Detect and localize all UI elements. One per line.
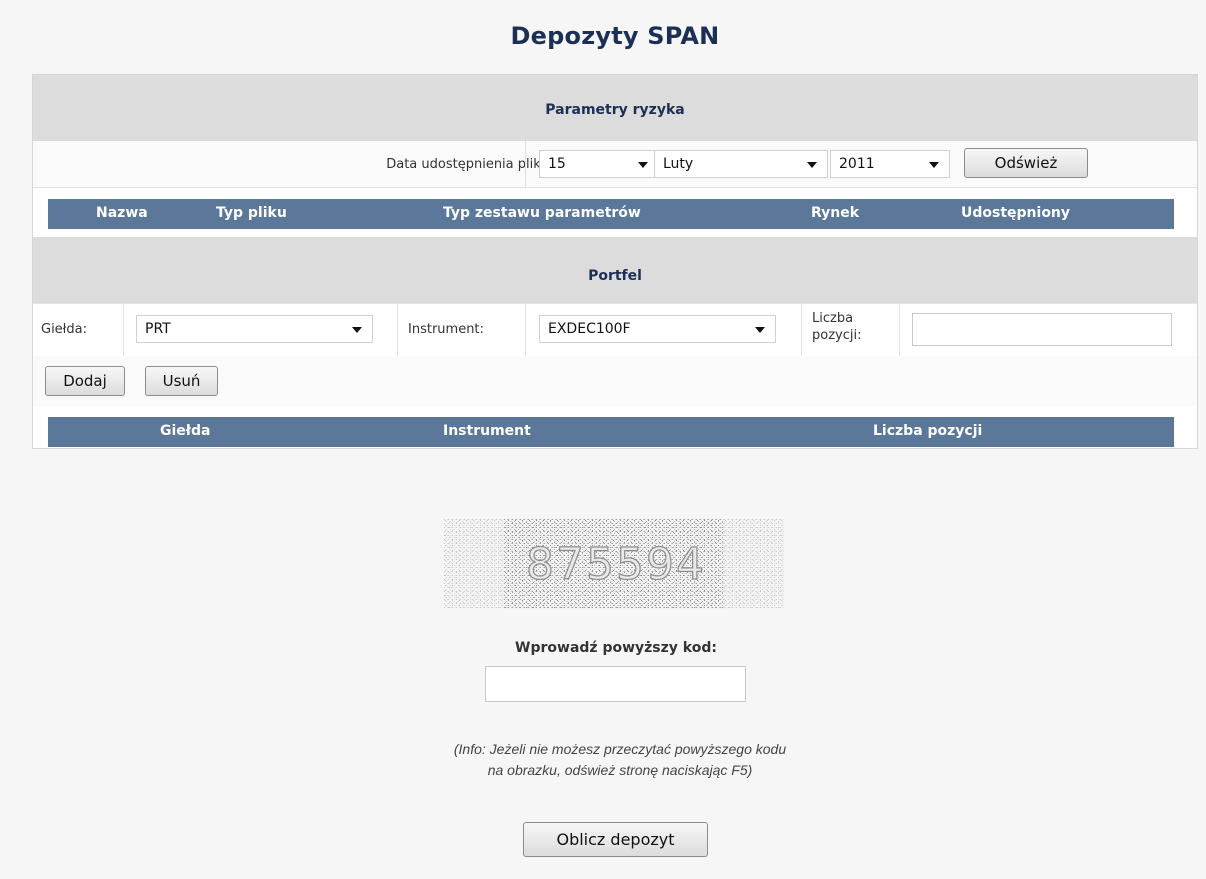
captcha-info-line1: (Info: Jeżeli nie możesz przeczytać powy… [453, 741, 787, 757]
chevron-down-icon [807, 162, 817, 168]
divider [525, 141, 526, 187]
year-select[interactable]: 2011 [830, 150, 950, 178]
exchange-select[interactable]: PRT [136, 315, 373, 343]
remove-button[interactable]: Usuń [145, 366, 218, 396]
column-name: Nazwa [96, 205, 148, 221]
month-value: Luty [663, 156, 694, 172]
divider [801, 304, 802, 356]
captcha-image: 875594 [444, 519, 784, 609]
instrument-select[interactable]: EXDEC100F [539, 315, 776, 343]
instrument-label: Instrument: [408, 322, 484, 337]
column-file-type: Typ pliku [216, 205, 287, 221]
positions-input[interactable] [912, 313, 1172, 346]
date-row: Data udostępnienia pliku: 15 Luty 2011 O… [33, 141, 1197, 188]
column-parameter-set-type: Typ zestawu parametrów [443, 205, 641, 221]
portfolio-action-row: Dodaj Usuń [33, 356, 1197, 406]
page: Depozyty SPAN Parametry ryzyka Data udos… [0, 0, 1206, 879]
chevron-down-icon [638, 162, 648, 168]
add-button[interactable]: Dodaj [45, 366, 125, 396]
positions-label-line2: pozycji: [812, 328, 862, 343]
portfolio-table-header: Giełda Instrument Liczba pozycji [48, 417, 1174, 447]
refresh-button[interactable]: Odśwież [964, 148, 1088, 178]
form-panel: Parametry ryzyka Data udostępnienia plik… [32, 74, 1198, 449]
day-value: 15 [548, 156, 566, 172]
chevron-down-icon [352, 327, 362, 333]
captcha-noise: 875594 [444, 519, 784, 609]
positions-label: Liczba pozycji: [812, 310, 861, 344]
day-select[interactable]: 15 [539, 150, 659, 178]
chevron-down-icon [755, 327, 765, 333]
exchange-value: PRT [145, 321, 171, 337]
portfolio-section-header: Portfel [33, 237, 1197, 303]
portfolio-input-row: Giełda: PRT Instrument: EXDEC100F Liczba… [33, 303, 1197, 357]
positions-label-line1: Liczba [812, 311, 854, 326]
captcha-code: 875594 [526, 539, 706, 590]
calculate-deposit-button[interactable]: Oblicz depozyt [523, 822, 708, 857]
column-instrument: Instrument [443, 423, 531, 439]
captcha-input[interactable] [485, 666, 746, 702]
captcha-info-line2: na obrazku, odśwież stronę naciskając F5… [487, 762, 753, 778]
column-exchange: Giełda [160, 423, 211, 439]
divider [123, 304, 124, 356]
captcha-label: Wprowadź powyższy kod: [515, 640, 717, 656]
month-select[interactable]: Luty [654, 150, 828, 178]
column-positions: Liczba pozycji [873, 423, 983, 439]
risk-table-header: Nazwa Typ pliku Typ zestawu parametrów R… [48, 199, 1174, 229]
divider [397, 304, 398, 356]
column-published: Udostępniony [961, 205, 1071, 221]
column-market: Rynek [811, 205, 860, 221]
captcha-info: (Info: Jeżeli nie możesz przeczytać powy… [0, 739, 1206, 781]
risk-section-header: Parametry ryzyka [33, 75, 1197, 141]
divider [525, 304, 526, 356]
date-label: Data udostępnienia pliku: [386, 157, 553, 172]
page-title: Depozyty SPAN [510, 22, 720, 50]
year-value: 2011 [839, 156, 875, 172]
divider [899, 304, 900, 356]
instrument-value: EXDEC100F [548, 321, 631, 337]
exchange-label: Giełda: [41, 322, 87, 337]
chevron-down-icon [929, 162, 939, 168]
